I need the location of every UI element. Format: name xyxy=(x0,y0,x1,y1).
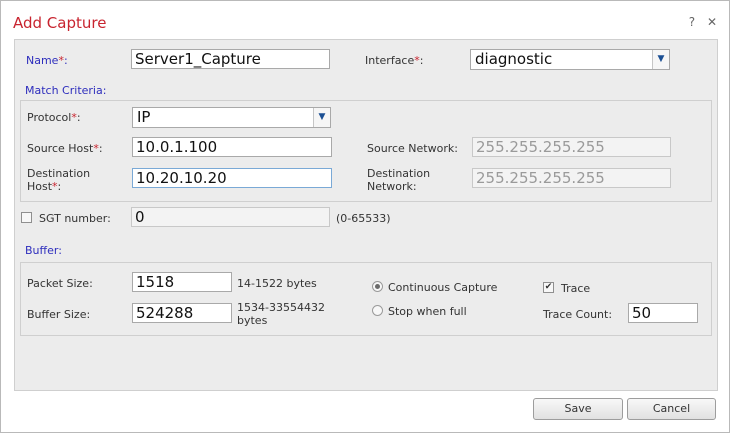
title-actions: ? ✕ xyxy=(681,15,717,29)
save-button[interactable]: Save xyxy=(533,398,623,420)
continuous-capture-label: Continuous Capture xyxy=(388,281,498,294)
source-host-label: Source Host*: xyxy=(27,142,103,155)
match-criteria-heading: Match Criteria: xyxy=(25,84,107,97)
continuous-capture-radio[interactable] xyxy=(372,281,383,292)
sgt-range: (0-65533) xyxy=(336,212,391,225)
name-input[interactable]: Server1_Capture xyxy=(131,49,330,69)
help-icon[interactable]: ? xyxy=(689,15,695,29)
source-network-input[interactable]: 255.255.255.255 xyxy=(472,137,671,157)
interface-label: Interface*: xyxy=(365,54,424,67)
protocol-label: Protocol*: xyxy=(27,111,81,124)
cancel-button[interactable]: Cancel xyxy=(627,398,716,420)
trace-count-label: Trace Count: xyxy=(543,308,613,321)
checkmark-icon: ✔ xyxy=(544,282,553,292)
buffer-size-range: 1534-33554432 bytes xyxy=(237,301,325,327)
trace-count-input[interactable]: 50 xyxy=(628,303,698,323)
add-capture-dialog: Add Capture ? ✕ Name*: Server1_Capture I… xyxy=(0,0,730,433)
trace-label: Trace xyxy=(561,282,591,295)
buffer-size-label: Buffer Size: xyxy=(27,308,91,321)
packet-size-range: 14-1522 bytes xyxy=(237,277,317,290)
destination-host-label: Destination Host*: xyxy=(27,167,91,193)
packet-size-input[interactable]: 1518 xyxy=(132,272,232,292)
buffer-size-input[interactable]: 524288 xyxy=(132,303,232,323)
dialog-title: Add Capture xyxy=(13,14,107,32)
protocol-select[interactable]: IP ▼ xyxy=(132,107,331,128)
source-host-input[interactable]: 10.0.1.100 xyxy=(132,137,332,157)
close-icon[interactable]: ✕ xyxy=(707,15,717,29)
destination-network-label: Destination Network: xyxy=(367,167,431,193)
packet-size-label: Packet Size: xyxy=(27,277,93,290)
sgt-input[interactable]: 0 xyxy=(131,207,330,227)
chevron-down-icon: ▼ xyxy=(313,108,330,127)
source-network-label: Source Network: xyxy=(367,142,458,155)
chevron-down-icon: ▼ xyxy=(652,50,669,69)
trace-checkbox[interactable]: ✔ xyxy=(543,282,554,293)
buffer-heading: Buffer: xyxy=(25,244,62,257)
stop-when-full-label: Stop when full xyxy=(388,305,467,318)
stop-when-full-radio[interactable] xyxy=(372,305,383,316)
interface-select[interactable]: diagnostic ▼ xyxy=(470,49,670,70)
buffer-group: Packet Size: 1518 14-1522 bytes Buffer S… xyxy=(20,262,712,336)
destination-host-input[interactable]: 10.20.10.20 xyxy=(132,168,332,188)
interface-value: diagnostic xyxy=(475,50,553,68)
sgt-label: SGT number: xyxy=(39,212,111,225)
destination-network-input[interactable]: 255.255.255.255 xyxy=(472,168,671,188)
match-criteria-group: Protocol*: IP ▼ Source Host*: 10.0.1.100… xyxy=(20,100,712,202)
form-panel: Name*: Server1_Capture Interface*: diagn… xyxy=(14,39,718,391)
sgt-checkbox[interactable] xyxy=(21,212,32,223)
name-label: Name*: xyxy=(26,54,68,67)
protocol-value: IP xyxy=(137,108,151,126)
